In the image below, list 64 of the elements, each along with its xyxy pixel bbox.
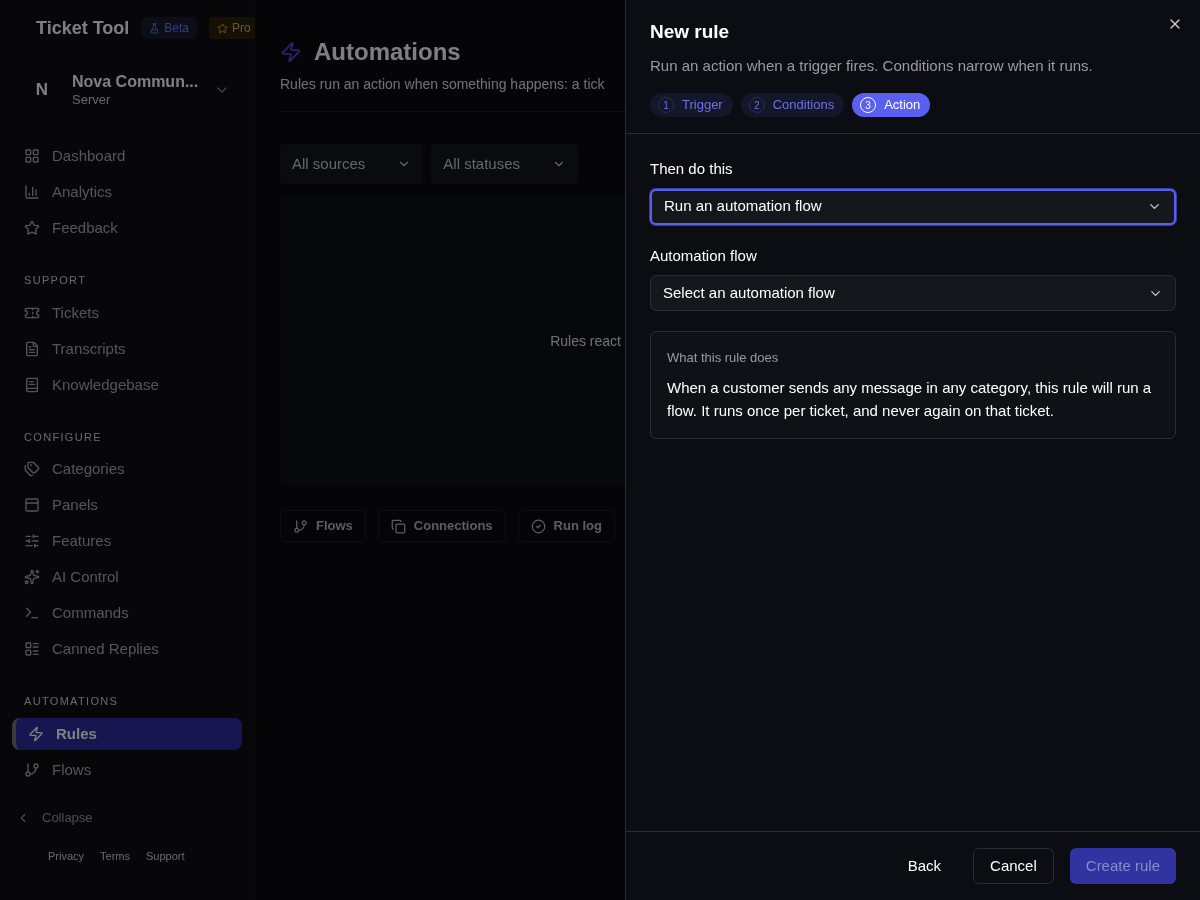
filter-dropdown[interactable]: All sources [280,144,424,184]
sliders-icon [24,533,40,550]
sidebar-item[interactable]: Rules [12,717,242,750]
sidebar-item[interactable]: Canned Replies [12,633,242,666]
grid-icon [24,148,40,165]
action-button[interactable]: Back [891,848,958,884]
select-field[interactable]: Run an automation flow [650,188,1176,225]
server-avatar: N [34,79,50,102]
empty-state-text: Rules react [550,331,621,351]
drawer-title: New rule [650,20,731,44]
section-heading: CONFIGURE [23,429,103,445]
document-icon [24,340,40,357]
app-name: Ticket Tool [36,16,130,40]
plan-badge: Beta [141,17,198,39]
nav-tab[interactable]: Connections [377,510,506,542]
star-icon [24,220,40,237]
sidebar-item[interactable]: Knowledgebase [12,368,242,401]
branch-icon [24,761,40,778]
book-icon [24,376,40,393]
footer-link[interactable]: Privacy [48,847,85,864]
field-label: Then do this [650,159,734,179]
collapse-button[interactable]: Collapse [0,808,254,828]
sidebar-item[interactable]: Tickets [12,296,242,329]
field-label: Automation flow [650,245,758,266]
server-label: Server [72,92,112,109]
check-circle-icon [530,518,546,534]
sidebar-item[interactable]: Features [12,525,242,558]
summary-heading: What this rule does [667,349,780,367]
sparkle-icon [24,569,40,586]
branch-icon [293,518,308,534]
sidebar-item[interactable]: Analytics [12,176,242,209]
nav-tab[interactable]: Flows [280,510,366,542]
select-field[interactable]: Select an automation flow [650,275,1176,311]
list-icon [24,641,40,658]
step-pill[interactable]: 3 Action [852,93,931,117]
lightning-icon [280,41,302,63]
lightning-icon [28,725,44,742]
section-heading: SUPPORT [23,273,88,289]
step-pill[interactable]: 2 Conditions [740,93,845,117]
sidebar-item[interactable]: Dashboard [12,140,242,173]
sidebar-item[interactable]: Feedback [12,212,242,245]
summary-text: When a customer sends any message in any category, this rule will run a flow. It runs once per ticket, and never again on that ticket. [667,377,1153,421]
section-heading: AUTOMATIONS [23,694,120,710]
footer-link[interactable]: Terms [100,847,130,864]
nav-tab[interactable]: Run log [517,510,615,542]
sidebar-item[interactable]: Flows [12,753,242,786]
server-switcher[interactable]: N Nova Commun... Server [24,72,230,109]
sidebar-item[interactable]: AI Control [12,561,242,594]
footer-link[interactable]: Support [146,847,185,864]
copy-icon [390,518,406,534]
panel-icon [24,497,40,514]
sidebar-item[interactable]: Commands [12,597,242,630]
page-title: Automations [314,37,461,67]
sidebar-item[interactable]: Panels [12,489,242,522]
page-subtitle: Rules run an action when something happens: a tick [280,75,605,94]
bar-chart-icon [24,184,40,201]
tag-icon [24,461,40,478]
sidebar-item[interactable]: Categories [12,453,242,486]
server-name: Nova Commun... [72,72,200,92]
sidebar-item[interactable]: Transcripts [12,332,242,365]
filter-dropdown[interactable]: All statuses [431,144,579,184]
step-pill[interactable]: 1 Trigger [650,93,733,117]
drawer-description: Run an action when a trigger fires. Conditions narrow when it runs. [650,55,1094,76]
action-button[interactable]: Cancel [973,848,1054,884]
